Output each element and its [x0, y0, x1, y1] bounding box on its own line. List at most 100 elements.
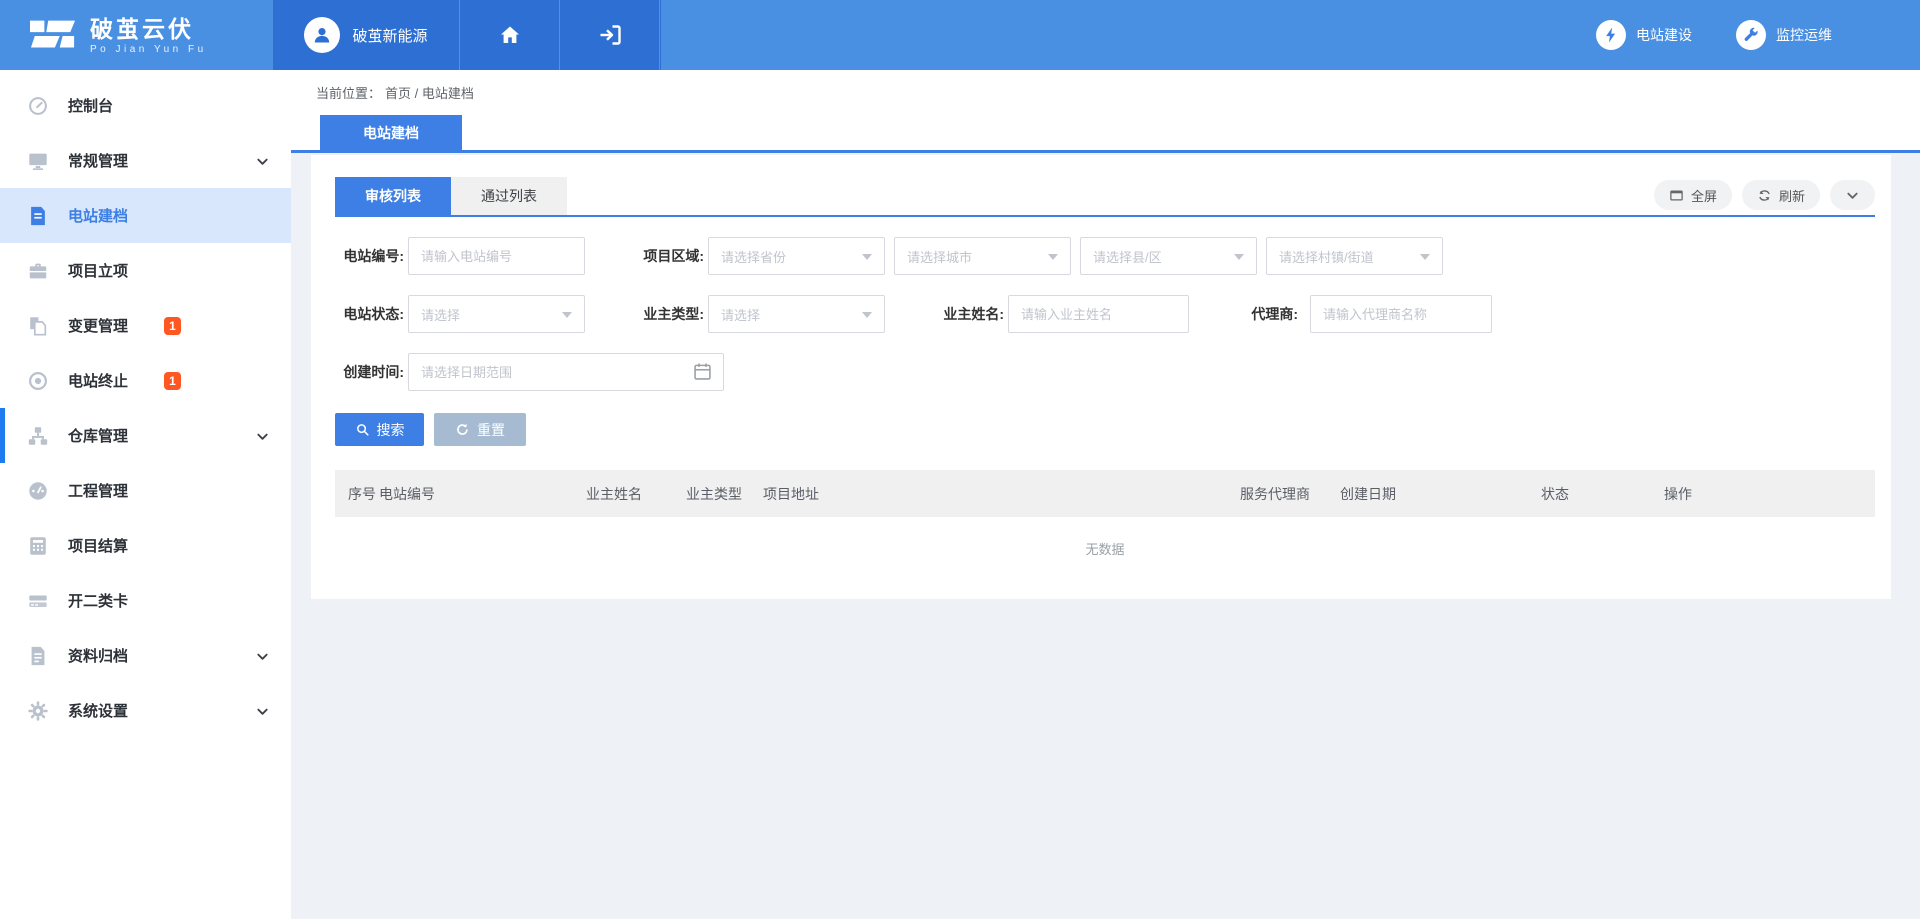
date-range-input[interactable] — [408, 353, 724, 391]
card-header: 审核列表 通过列表 全屏 刷新 — [335, 177, 1875, 217]
owner-type-label: 业主类型: — [637, 304, 704, 324]
home-icon — [498, 23, 522, 47]
agent-label: 代理商: — [1242, 304, 1298, 324]
created-time-label: 创建时间: — [335, 362, 404, 382]
chevron-down-icon — [256, 155, 269, 168]
fullscreen-icon — [1669, 188, 1684, 203]
header-right-nav: 电站建设 监控运维 — [661, 0, 1920, 70]
nav-monitoring-ops[interactable]: 监控运维 — [1736, 20, 1832, 50]
list-tabs: 审核列表 通过列表 — [335, 177, 567, 215]
gear-icon — [27, 700, 49, 722]
tab-passed-list[interactable]: 通过列表 — [451, 177, 567, 215]
sidebar-item-open-card[interactable]: 开二类卡 — [0, 573, 291, 628]
sidebar-item-change-mgmt[interactable]: 变更管理 1 — [0, 298, 291, 353]
results-table: 序号 电站编号 业主姓名 业主类型 项目地址 服务代理商 创建日期 状态 操作 … — [335, 470, 1875, 579]
top-header: 破茧云伏 Po Jian Yun Fu 破茧新能源 — [0, 0, 1920, 70]
caret-down-icon — [1234, 254, 1244, 265]
sidebar-item-station-termination[interactable]: 电站终止 1 — [0, 353, 291, 408]
table-header-row: 序号 电站编号 业主姓名 业主类型 项目地址 服务代理商 创建日期 状态 操作 — [335, 470, 1875, 517]
nav-station-construction-label: 电站建设 — [1636, 25, 1692, 45]
chevron-down-icon — [256, 430, 269, 443]
sidebar-item-data-archive[interactable]: 资料归档 — [0, 628, 291, 683]
chevron-down-icon — [1846, 189, 1859, 202]
caret-down-icon — [862, 254, 872, 265]
sidebar: 控制台 常规管理 电站建档 项目立项 变更管理 1 电站终止 1 — [0, 70, 291, 919]
gauge-icon — [27, 480, 49, 502]
tab-review-list[interactable]: 审核列表 — [335, 177, 451, 215]
company-name: 破茧新能源 — [352, 25, 427, 46]
col-owner-type: 业主类型 — [686, 484, 763, 504]
agent-input[interactable] — [1310, 295, 1492, 333]
sidebar-item-general-mgmt[interactable]: 常规管理 — [0, 133, 291, 188]
nav-station-construction[interactable]: 电站建设 — [1596, 20, 1692, 50]
city-select[interactable]: 请选择城市 — [894, 237, 1071, 275]
col-status: 状态 — [1541, 484, 1664, 504]
caret-down-icon — [1420, 254, 1430, 265]
sidebar-item-project-settlement[interactable]: 项目结算 — [0, 518, 291, 573]
header-home-button[interactable] — [460, 0, 560, 70]
sidebar-item-warehouse-mgmt[interactable]: 仓库管理 — [0, 408, 291, 463]
wrench-icon — [1736, 20, 1766, 50]
chevron-down-icon — [256, 650, 269, 663]
town-select[interactable]: 请选择村镇/街道 — [1266, 237, 1443, 275]
collapse-button[interactable] — [1830, 180, 1875, 210]
page-tab-station-filing[interactable]: 电站建档 — [320, 115, 462, 150]
station-no-input[interactable] — [408, 237, 585, 275]
search-icon — [355, 422, 370, 437]
col-station-no: 电站编号 — [379, 484, 586, 504]
status-badge: 1 — [164, 317, 181, 335]
sitemap-icon — [27, 425, 49, 447]
filter-row-3: 创建时间: — [335, 353, 1875, 391]
brand-logo-icon — [30, 15, 76, 55]
filter-row-2: 电站状态: 请选择 业主类型: 请选择 业主姓名: 代理商: — [335, 295, 1875, 333]
owner-name-label: 业主姓名: — [936, 304, 1004, 324]
filter-row-1: 电站编号: 项目区域: 请选择省份 请选择城市 请选择县/区 请选择村镇/街道 — [335, 237, 1875, 275]
calendar-icon — [692, 361, 713, 382]
dashboard-icon — [27, 95, 49, 117]
record-circle-icon — [27, 370, 49, 392]
reset-icon — [455, 422, 470, 437]
county-select[interactable]: 请选择县/区 — [1080, 237, 1257, 275]
main-content: 当前位置： 首页 / 电站建档 电站建档 审核列表 通过列表 全屏 刷新 — [291, 70, 1920, 919]
brand-subtitle: Po Jian Yun Fu — [90, 44, 207, 55]
province-select[interactable]: 请选择省份 — [708, 237, 885, 275]
station-no-label: 电站编号: — [335, 246, 404, 266]
page-tab-row: 电站建档 — [291, 115, 1920, 150]
breadcrumb-label: 当前位置： — [316, 83, 381, 102]
date-range-picker[interactable] — [408, 353, 724, 391]
sidebar-item-system-settings[interactable]: 系统设置 — [0, 683, 291, 738]
header-user-menu[interactable]: 破茧新能源 — [273, 0, 460, 70]
caret-down-icon — [1048, 254, 1058, 265]
sidebar-item-console[interactable]: 控制台 — [0, 78, 291, 133]
logout-icon — [597, 22, 623, 48]
chevron-down-icon — [256, 705, 269, 718]
brand-logo[interactable]: 破茧云伏 Po Jian Yun Fu — [0, 0, 273, 70]
avatar — [304, 17, 340, 53]
header-logout-button[interactable] — [560, 0, 660, 70]
station-status-select[interactable]: 请选择 — [408, 295, 585, 333]
empty-state: 无数据 — [335, 517, 1875, 579]
sidebar-item-station-filing[interactable]: 电站建档 — [0, 188, 291, 243]
sidebar-item-project-initiation[interactable]: 项目立项 — [0, 243, 291, 298]
breadcrumb-path[interactable]: 首页 / 电站建档 — [385, 83, 474, 102]
archive-file-icon — [27, 645, 49, 667]
reset-button[interactable]: 重置 — [434, 413, 526, 446]
user-icon — [310, 23, 334, 47]
refresh-button[interactable]: 刷新 — [1742, 180, 1820, 210]
station-status-label: 电站状态: — [335, 304, 404, 324]
briefcase-icon — [27, 260, 49, 282]
sidebar-item-engineering-mgmt[interactable]: 工程管理 — [0, 463, 291, 518]
breadcrumb: 当前位置： 首页 / 电站建档 — [291, 70, 1920, 115]
search-button[interactable]: 搜索 — [335, 413, 424, 446]
nav-monitoring-ops-label: 监控运维 — [1776, 25, 1832, 45]
region-label: 项目区域: — [637, 246, 704, 266]
fullscreen-button[interactable]: 全屏 — [1654, 180, 1732, 210]
owner-name-input[interactable] — [1008, 295, 1189, 333]
col-index: 序号 — [335, 484, 379, 504]
copy-icon — [27, 315, 49, 337]
owner-type-select[interactable]: 请选择 — [708, 295, 885, 333]
card-icon — [27, 590, 49, 612]
brand-title: 破茧云伏 — [90, 16, 207, 42]
col-actions: 操作 — [1664, 484, 1875, 504]
col-owner-name: 业主姓名 — [586, 484, 686, 504]
